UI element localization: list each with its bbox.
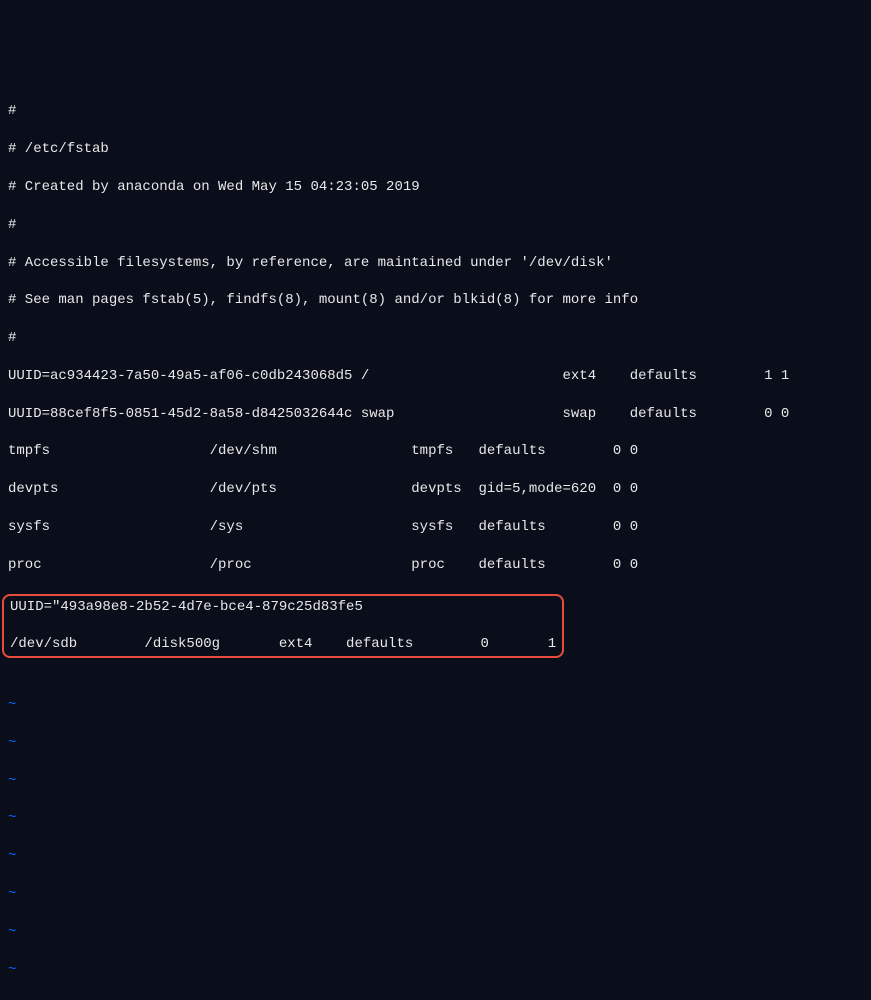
vim-tilde: ~ <box>8 696 863 715</box>
vim-tilde: ~ <box>8 734 863 753</box>
fstab-manpages-comment: # See man pages fstab(5), findfs(8), mou… <box>8 291 863 310</box>
vim-tilde: ~ <box>8 847 863 866</box>
fstab-comment: # <box>8 216 863 235</box>
fstab-path-comment: # /etc/fstab <box>8 140 863 159</box>
vim-tilde: ~ <box>8 998 863 1000</box>
vim-tilde: ~ <box>8 809 863 828</box>
vim-tilde: ~ <box>8 772 863 791</box>
fstab-comment: # <box>8 102 863 121</box>
fstab-entry-uuid-new: UUID="493a98e8-2b52-4d7e-bce4-879c25d83f… <box>10 598 556 617</box>
fstab-entry-tmpfs: tmpfs /dev/shm tmpfs defaults 0 0 <box>8 442 863 461</box>
fstab-entry-proc: proc /proc proc defaults 0 0 <box>8 556 863 575</box>
vim-tilde: ~ <box>8 923 863 942</box>
fstab-entry-sysfs: sysfs /sys sysfs defaults 0 0 <box>8 518 863 537</box>
fstab-entry-sdb: /dev/sdb /disk500g ext4 defaults 0 1 <box>10 635 556 654</box>
fstab-accessible-comment: # Accessible filesystems, by reference, … <box>8 254 863 273</box>
vim-tilde: ~ <box>8 885 863 904</box>
highlighted-entries: UUID="493a98e8-2b52-4d7e-bce4-879c25d83f… <box>2 594 564 659</box>
vim-tilde: ~ <box>8 961 863 980</box>
fstab-entry-root: UUID=ac934423-7a50-49a5-af06-c0db243068d… <box>8 367 863 386</box>
fstab-entry-swap: UUID=88cef8f5-0851-45d2-8a58-d8425032644… <box>8 405 863 424</box>
fstab-entry-devpts: devpts /dev/pts devpts gid=5,mode=620 0 … <box>8 480 863 499</box>
fstab-created-comment: # Created by anaconda on Wed May 15 04:2… <box>8 178 863 197</box>
fstab-comment: # <box>8 329 863 348</box>
empty-line <box>8 658 863 677</box>
terminal-output: # # /etc/fstab # Created by anaconda on … <box>8 84 863 1000</box>
